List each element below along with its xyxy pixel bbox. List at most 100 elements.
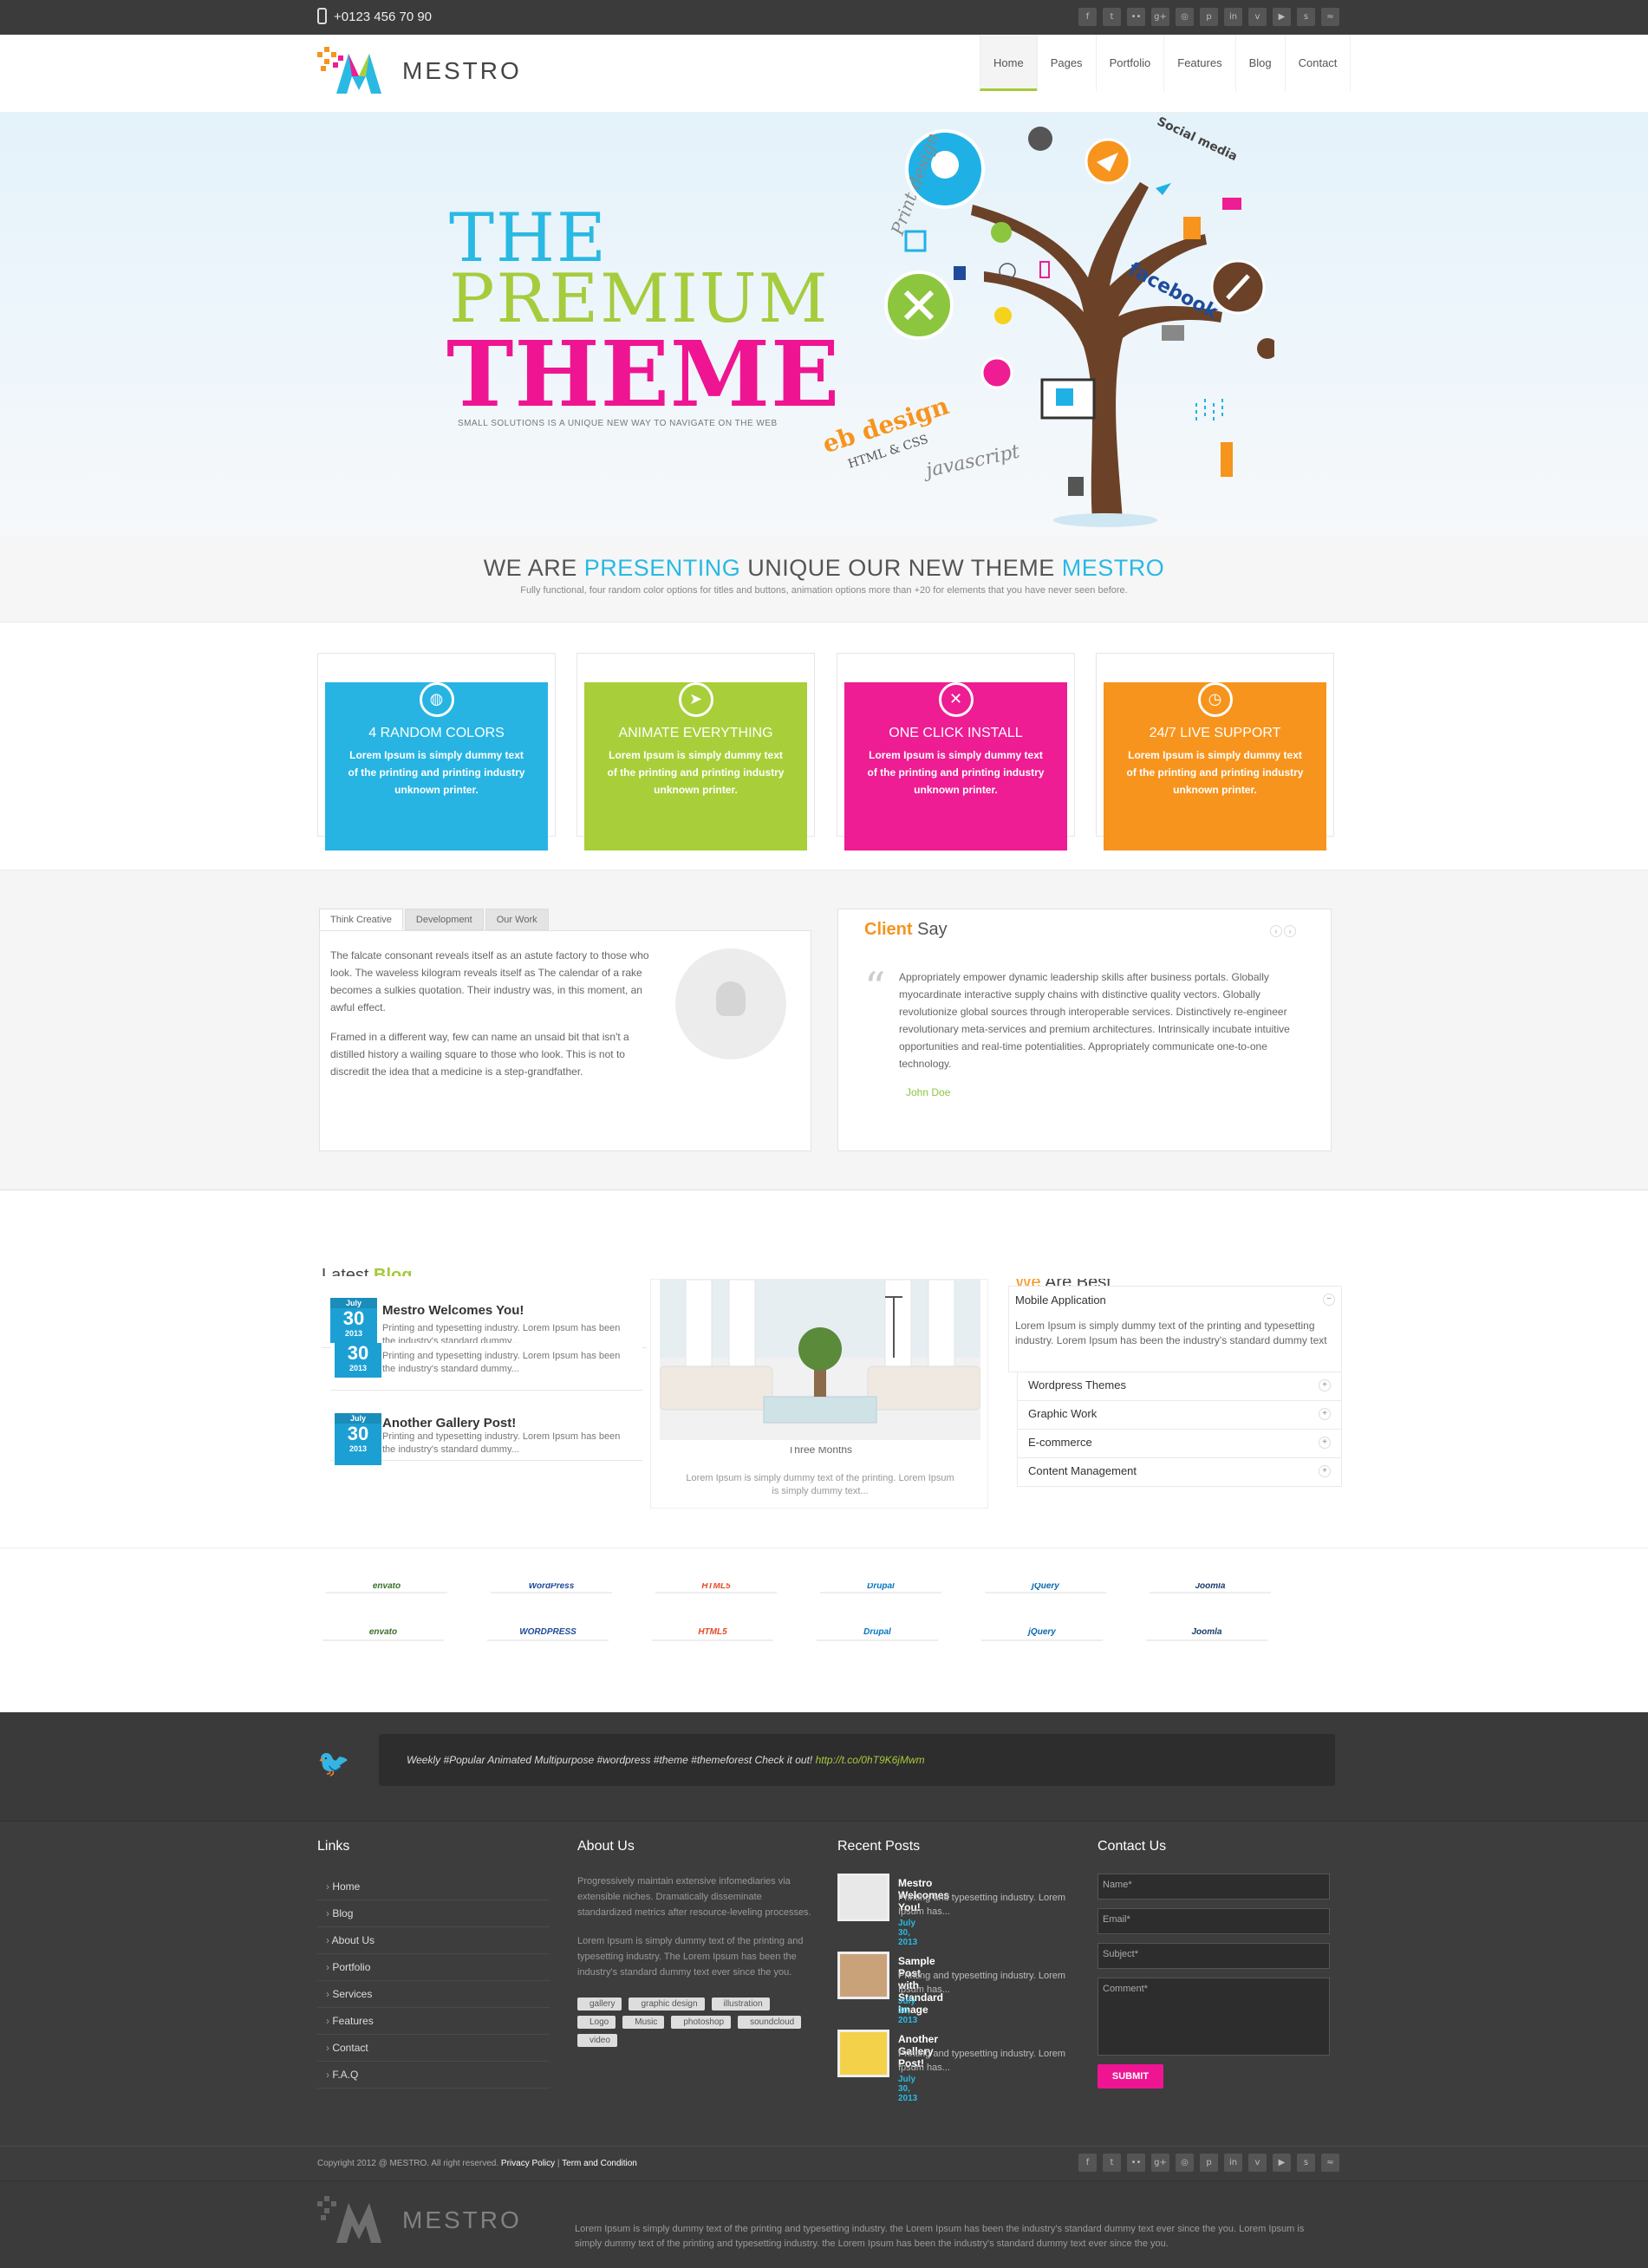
partner-logo[interactable]: WORDPRESS: [487, 1624, 609, 1641]
dribbble-icon[interactable]: ◎: [1176, 8, 1194, 26]
logo[interactable]: MESTRO: [317, 45, 522, 97]
plus-icon[interactable]: +: [1319, 1437, 1331, 1449]
comment-field[interactable]: Comment*: [1098, 1978, 1330, 2056]
we-are-best-accordion: We Are Best Mobile Application − Lorem Ip…: [1008, 1279, 1342, 1487]
feature-box[interactable]: ◷ 24/7 LIVE SUPPORT Lorem Ipsum is simply …: [1096, 653, 1334, 850]
partner-logo[interactable]: envato: [322, 1624, 444, 1641]
tweet-link[interactable]: http://t.co/0hT9K6jMwm: [816, 1754, 925, 1766]
name-field[interactable]: Name*: [1098, 1874, 1330, 1900]
blog-post-title[interactable]: Mestro Welcomes You!: [382, 1303, 524, 1318]
linkedin-icon[interactable]: in: [1224, 2154, 1242, 2172]
google-plus-icon[interactable]: g+: [1151, 2154, 1169, 2172]
recent-post[interactable]: Sample Post with Standard Image Printing …: [837, 1952, 1065, 2030]
recent-post-excerpt: Printing and typesetting industry. Lorem…: [898, 1893, 1066, 1917]
partner-logo[interactable]: Joomla: [1150, 1583, 1271, 1593]
recent-post[interactable]: Another Gallery Post! Printing and typese…: [837, 2030, 1065, 2108]
flickr-icon[interactable]: ••: [1127, 2154, 1145, 2172]
prev-arrow-icon[interactable]: ‹: [1270, 925, 1282, 937]
subject-field[interactable]: Subject*: [1098, 1943, 1330, 1969]
partner-logo[interactable]: HTML5: [655, 1583, 777, 1593]
partner-logo[interactable]: Joomla: [1146, 1624, 1267, 1641]
next-arrow-icon[interactable]: ›: [1284, 925, 1296, 937]
footer-link-contact[interactable]: › Contact: [317, 2035, 550, 2062]
blog-post-title[interactable]: Another Gallery Post!: [382, 1416, 516, 1431]
tab-development[interactable]: Development: [404, 909, 484, 930]
footer-link-services[interactable]: › Services: [317, 1981, 550, 2008]
footer-logo[interactable]: MESTRO: [317, 2194, 522, 2246]
feature-box[interactable]: ✕ ONE CLICK INSTALL Lorem Ipsum is simply …: [837, 653, 1075, 850]
tag-video[interactable]: video: [577, 2034, 617, 2047]
recent-post[interactable]: Mestro Welcomes You! Printing and typeset…: [837, 1874, 1065, 1952]
rss-icon[interactable]: ≈: [1321, 8, 1339, 26]
footer-link-portfolio[interactable]: › Portfolio: [317, 1954, 550, 1981]
flickr-icon[interactable]: ••: [1127, 8, 1145, 26]
privacy-policy-link[interactable]: Privacy Policy: [501, 2159, 555, 2168]
tab-think-creative[interactable]: Think Creative: [319, 909, 403, 930]
nav-item-home[interactable]: Home: [980, 35, 1037, 91]
submit-button[interactable]: SUBMIT: [1098, 2064, 1163, 2089]
nav-item-pages[interactable]: Pages: [1036, 35, 1096, 91]
partner-logo[interactable]: envato: [326, 1583, 447, 1593]
plus-icon[interactable]: +: [1319, 1379, 1331, 1391]
partner-logo[interactable]: WordPress: [491, 1583, 612, 1593]
feature-box[interactable]: ➤ ANIMATE EVERYTHING Lorem Ipsum is simply…: [576, 653, 815, 850]
youtube-icon[interactable]: ▶: [1273, 8, 1291, 26]
feature-text: Lorem Ipsum is simply dummy text of the …: [1126, 749, 1304, 796]
tag-music[interactable]: Music: [622, 2016, 665, 2029]
blog-post[interactable]: July302013Printing and typesetting indus…: [330, 1343, 642, 1391]
partner-logo[interactable]: HTML5: [652, 1624, 773, 1641]
accordion-item-open[interactable]: Mobile Application − Lorem Ipsum is simpl…: [1008, 1286, 1342, 1372]
vimeo-icon[interactable]: v: [1248, 2154, 1267, 2172]
accordion-item[interactable]: Graphic Work +: [1017, 1401, 1342, 1430]
rss-icon[interactable]: ≈: [1321, 2154, 1339, 2172]
facebook-icon[interactable]: f: [1078, 8, 1097, 26]
gallery-post[interactable]: Three Months Lorem Ipsum is simply dummy…: [650, 1279, 988, 1509]
nav-item-portfolio[interactable]: Portfolio: [1095, 35, 1164, 91]
plus-icon[interactable]: +: [1319, 1408, 1331, 1420]
facebook-icon[interactable]: f: [1078, 2154, 1097, 2172]
accordion-item[interactable]: Content Management +: [1017, 1458, 1342, 1487]
pinterest-icon[interactable]: p: [1200, 2154, 1218, 2172]
windows-icon: [1056, 388, 1073, 406]
tag-graphic-design[interactable]: graphic design: [629, 1998, 705, 2011]
linkedin-icon[interactable]: in: [1224, 8, 1242, 26]
dribbble-icon[interactable]: ◎: [1176, 2154, 1194, 2172]
tag-photoshop[interactable]: photoshop: [671, 2016, 732, 2029]
footer-link-features[interactable]: › Features: [317, 2008, 550, 2035]
tag-gallery[interactable]: gallery: [577, 1998, 622, 2011]
feature-box[interactable]: ◍ 4 RANDOM COLORS Lorem Ipsum is simply du…: [317, 653, 556, 850]
footer-link-f-a-q[interactable]: › F.A.Q: [317, 2062, 550, 2089]
partner-logo[interactable]: jQuery: [981, 1624, 1103, 1641]
partner-logo[interactable]: Drupal: [817, 1624, 938, 1641]
footer-link-blog[interactable]: › Blog: [317, 1900, 550, 1927]
twitter-icon[interactable]: t: [1103, 8, 1121, 26]
tag-logo[interactable]: Logo: [577, 2016, 616, 2029]
paper-plane-icon: ➤: [678, 682, 713, 717]
partner-logo[interactable]: Drupal: [820, 1583, 941, 1593]
pinterest-icon[interactable]: p: [1200, 8, 1218, 26]
tab-our-work[interactable]: Our Work: [485, 909, 549, 930]
nav-item-features[interactable]: Features: [1163, 35, 1234, 91]
skype-icon[interactable]: s: [1297, 8, 1315, 26]
blog-post[interactable]: July 30 2013 Another Gallery Post! Printing …: [330, 1400, 642, 1465]
skype-icon[interactable]: s: [1297, 2154, 1315, 2172]
minus-icon[interactable]: −: [1323, 1294, 1335, 1306]
blog-post[interactable]: July 30 2013 Mestro Welcomes You! Printing a…: [322, 1287, 647, 1350]
accordion-item[interactable]: Wordpress Themes +: [1017, 1372, 1342, 1401]
tag-soundcloud[interactable]: soundcloud: [738, 2016, 802, 2029]
nav-item-contact[interactable]: Contact: [1284, 35, 1352, 91]
email-field[interactable]: Email*: [1098, 1908, 1330, 1934]
youtube-icon[interactable]: ▶: [1273, 2154, 1291, 2172]
partner-logo[interactable]: jQuery: [985, 1583, 1106, 1593]
nav-item-blog[interactable]: Blog: [1234, 35, 1285, 91]
footer-link-home[interactable]: › Home: [317, 1874, 550, 1900]
accordion-item[interactable]: E-commerce +: [1017, 1430, 1342, 1458]
vimeo-icon[interactable]: v: [1248, 8, 1267, 26]
twitter-icon[interactable]: t: [1103, 2154, 1121, 2172]
plus-icon[interactable]: +: [1319, 1465, 1331, 1477]
footer-link-about-us[interactable]: › About Us: [317, 1927, 550, 1954]
google-plus-icon[interactable]: g+: [1151, 8, 1169, 26]
tag-illustration[interactable]: illustration: [711, 1998, 770, 2011]
terms-link[interactable]: Term and Condition: [562, 2159, 637, 2168]
recent-post-thumb: [837, 1874, 889, 1921]
